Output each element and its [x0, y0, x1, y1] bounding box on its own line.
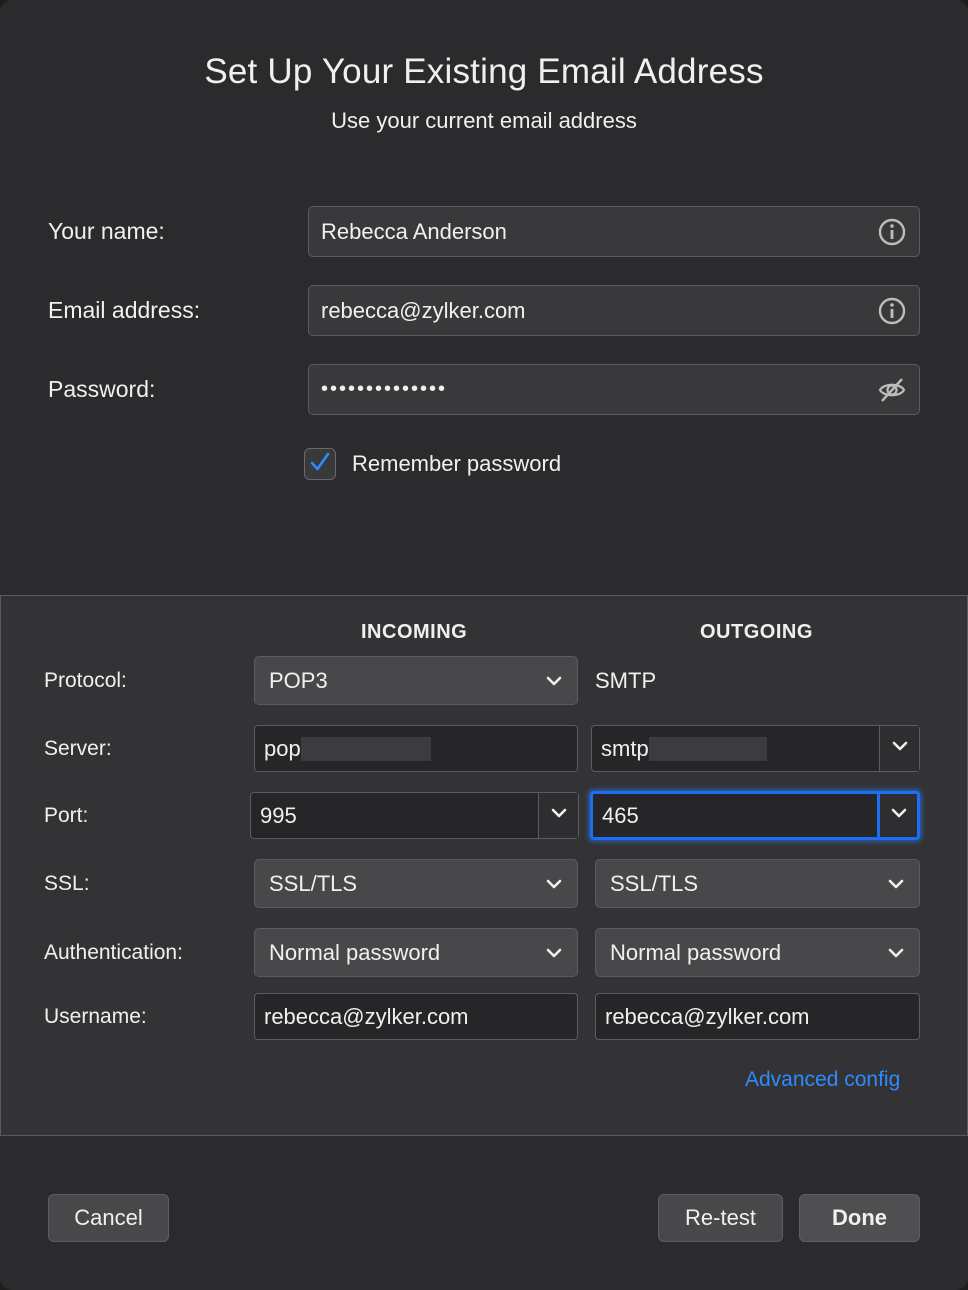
- incoming-port-value: 995: [260, 802, 297, 828]
- password-value: ••••••••••••••: [321, 378, 448, 400]
- setup-email-dialog: Set Up Your Existing Email Address Use y…: [0, 0, 968, 1290]
- email-label: Email address:: [48, 297, 201, 323]
- cancel-button[interactable]: Cancel: [48, 1194, 169, 1242]
- eye-slash-icon[interactable]: [877, 375, 907, 405]
- outgoing-auth-value: Normal password: [610, 939, 782, 965]
- outgoing-username-input[interactable]: rebecca@zylker.com: [595, 993, 920, 1040]
- outgoing-ssl-select[interactable]: SSL/TLS: [595, 859, 920, 908]
- outgoing-port-dropdown-button[interactable]: [877, 794, 917, 837]
- advanced-config-link[interactable]: Advanced config: [745, 1068, 900, 1092]
- incoming-protocol-value: POP3: [269, 667, 328, 693]
- outgoing-server-dropdown-button[interactable]: [879, 726, 919, 771]
- outgoing-header: OUTGOING: [700, 621, 813, 643]
- chevron-down-icon: [545, 875, 563, 893]
- chevron-down-icon: [550, 804, 568, 827]
- incoming-protocol-select[interactable]: POP3: [254, 656, 578, 705]
- password-input[interactable]: ••••••••••••••: [308, 364, 920, 415]
- chevron-down-icon: [891, 737, 909, 760]
- name-value: Rebecca Anderson: [321, 218, 507, 244]
- outgoing-auth-select[interactable]: Normal password: [595, 928, 920, 977]
- incoming-server-input[interactable]: pop: [254, 725, 578, 772]
- outgoing-server-input[interactable]: smtp: [592, 726, 879, 771]
- incoming-ssl-select[interactable]: SSL/TLS: [254, 859, 578, 908]
- outgoing-port-combo[interactable]: 465: [590, 791, 920, 840]
- remember-password-checkbox[interactable]: [304, 448, 336, 480]
- chevron-down-icon: [887, 944, 905, 962]
- email-input[interactable]: rebecca@zylker.com: [308, 285, 920, 336]
- outgoing-port-input[interactable]: 465: [593, 794, 877, 837]
- authentication-label: Authentication:: [44, 941, 183, 964]
- dialog-title: Set Up Your Existing Email Address: [204, 52, 764, 91]
- email-value: rebecca@zylker.com: [321, 297, 526, 323]
- dialog-subtitle: Use your current email address: [331, 108, 637, 133]
- ssl-label: SSL:: [44, 872, 90, 895]
- incoming-server-value: pop: [264, 735, 301, 761]
- outgoing-username-value: rebecca@zylker.com: [605, 1003, 810, 1029]
- chevron-down-icon: [887, 875, 905, 893]
- incoming-username-value: rebecca@zylker.com: [264, 1003, 469, 1029]
- port-label: Port:: [44, 804, 89, 827]
- name-label: Your name:: [48, 218, 165, 244]
- info-icon[interactable]: [877, 296, 907, 326]
- outgoing-port-value: 465: [602, 802, 639, 828]
- incoming-port-input[interactable]: 995: [251, 793, 538, 838]
- chevron-down-icon: [545, 944, 563, 962]
- incoming-header: INCOMING: [361, 621, 468, 643]
- incoming-auth-value: Normal password: [269, 939, 441, 965]
- retest-button[interactable]: Re-test: [658, 1194, 783, 1242]
- name-input[interactable]: Rebecca Anderson: [308, 206, 920, 257]
- server-label: Server:: [44, 737, 112, 760]
- incoming-username-input[interactable]: rebecca@zylker.com: [254, 993, 578, 1040]
- outgoing-ssl-value: SSL/TLS: [610, 870, 699, 896]
- incoming-port-combo[interactable]: 995: [250, 792, 579, 839]
- redacted-hostname: [648, 736, 767, 761]
- redacted-hostname: [300, 736, 431, 761]
- chevron-down-icon: [890, 804, 908, 827]
- outgoing-server-combo[interactable]: smtp: [591, 725, 920, 772]
- username-label: Username:: [44, 1005, 147, 1028]
- checkmark-icon: [309, 451, 331, 478]
- outgoing-server-value: smtp: [601, 735, 649, 761]
- incoming-port-dropdown-button[interactable]: [538, 793, 578, 838]
- remember-password-label[interactable]: Remember password: [352, 451, 561, 477]
- password-label: Password:: [48, 376, 156, 402]
- info-icon[interactable]: [877, 217, 907, 247]
- done-button[interactable]: Done: [799, 1194, 920, 1242]
- incoming-auth-select[interactable]: Normal password: [254, 928, 578, 977]
- outgoing-protocol-value: SMTP: [595, 668, 657, 693]
- chevron-down-icon: [545, 672, 563, 690]
- incoming-ssl-value: SSL/TLS: [269, 870, 358, 896]
- protocol-label: Protocol:: [44, 669, 127, 692]
